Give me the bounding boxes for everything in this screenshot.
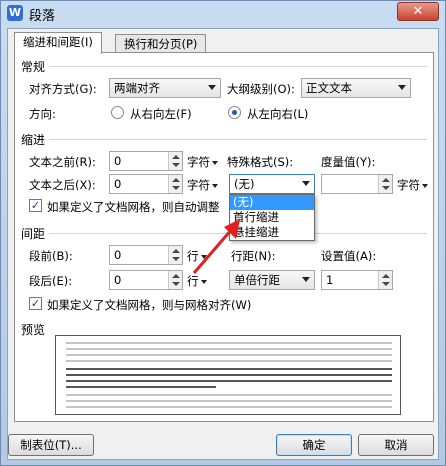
special-format-value: (无) — [234, 177, 255, 191]
indent-grid-label[interactable]: 如果定义了文档网格，则自动调整 — [47, 199, 220, 215]
preview-box — [55, 335, 401, 415]
chevron-down-icon — [398, 85, 406, 90]
alignment-select[interactable]: 两端对齐 — [109, 78, 221, 98]
ltr-radio[interactable] — [228, 106, 241, 119]
chevron-down-icon — [212, 160, 218, 165]
option-none[interactable]: (无) — [230, 195, 314, 210]
spin-buttons[interactable] — [168, 175, 182, 193]
spin-buttons[interactable] — [378, 271, 392, 289]
tab-stops-button[interactable]: 制表位(T)... — [8, 434, 94, 456]
indent-before-input[interactable]: 0 — [109, 151, 183, 171]
paragraph-dialog: W 段落 ✕ 缩进和间距(I) 换行和分页(P) 常规 对齐方式(G): 两端对… — [0, 0, 446, 466]
setting-value-input[interactable]: 1 — [321, 270, 393, 290]
preview-text-line — [66, 368, 392, 370]
spin-up-icon[interactable] — [172, 274, 180, 278]
chevron-down-icon — [422, 183, 428, 188]
ok-button[interactable]: 确定 — [276, 434, 352, 456]
general-section-title: 常规 — [21, 60, 46, 74]
preview-line — [66, 348, 392, 350]
tab-indent-spacing[interactable]: 缩进和间距(I) — [14, 32, 102, 54]
spin-up-icon[interactable] — [172, 155, 180, 159]
wps-writer-icon: W — [7, 5, 23, 21]
chevron-down-icon — [208, 85, 216, 90]
preview-text-line — [66, 374, 392, 376]
spacing-grid-checkbox[interactable]: ✓ — [29, 297, 42, 310]
special-format-label: 特殊格式(S): — [227, 155, 294, 169]
preview-line — [66, 406, 392, 408]
indent-grid-checkbox[interactable]: ✓ — [29, 199, 42, 212]
close-button[interactable]: ✕ — [397, 2, 439, 21]
alignment-value: 两端对齐 — [114, 81, 160, 95]
preview-text-line — [66, 386, 216, 388]
space-after-value: 0 — [114, 273, 122, 287]
spin-buttons[interactable] — [168, 271, 182, 289]
direction-label: 方向: — [29, 107, 56, 121]
chevron-down-icon — [200, 279, 207, 284]
measure-unit[interactable]: 字符 — [397, 177, 428, 193]
spin-down-icon[interactable] — [172, 163, 180, 167]
preview-section-title: 预览 — [21, 323, 46, 337]
window-title: 段落 — [29, 9, 56, 24]
spin-buttons[interactable] — [168, 152, 182, 170]
spin-down-icon[interactable] — [172, 186, 180, 190]
space-after-input[interactable]: 0 — [109, 270, 183, 290]
outline-level-value: 正文文本 — [306, 81, 352, 95]
indent-before-label: 文本之前(R): — [29, 155, 96, 169]
indent-divider — [49, 139, 427, 140]
preview-line — [66, 354, 392, 356]
spin-down-icon[interactable] — [172, 282, 180, 286]
spin-buttons[interactable] — [168, 246, 182, 264]
dialog-body: 缩进和间距(I) 换行和分页(P) 常规 对齐方式(G): 两端对齐 大纲级别(… — [7, 28, 439, 460]
space-before-input[interactable]: 0 — [109, 245, 183, 265]
preview-line — [66, 394, 392, 396]
spin-buttons[interactable] — [378, 175, 392, 193]
indent-before-value: 0 — [114, 154, 122, 168]
indent-after-label: 文本之后(X): — [29, 178, 96, 192]
cancel-button[interactable]: 取消 — [358, 434, 434, 456]
rtl-radio[interactable] — [111, 106, 124, 119]
indent-after-input[interactable]: 0 — [109, 174, 183, 194]
spin-down-icon[interactable] — [172, 257, 180, 261]
rtl-label[interactable]: 从右向左(F) — [130, 106, 192, 122]
alignment-label: 对齐方式(G): — [29, 82, 97, 96]
outline-level-label: 大纲级别(O): — [227, 82, 295, 96]
setting-value: 1 — [326, 273, 334, 287]
chevron-down-icon — [302, 181, 310, 186]
measure-input[interactable] — [321, 174, 393, 194]
preview-line — [66, 400, 392, 402]
indent-before-unit[interactable]: 字符 — [187, 154, 218, 170]
general-divider — [49, 66, 427, 67]
spin-down-icon[interactable] — [382, 282, 390, 286]
space-before-value: 0 — [114, 248, 122, 262]
tab-line-page-breaks[interactable]: 换行和分页(P) — [115, 34, 207, 54]
spin-up-icon[interactable] — [172, 178, 180, 182]
measure-label: 度量值(Y): — [321, 155, 376, 169]
preview-line — [66, 342, 392, 344]
space-after-label: 段后(E): — [29, 274, 73, 288]
annotation-arrow — [192, 219, 240, 274]
spacing-grid-label[interactable]: 如果定义了文档网格，则与网格对齐(W) — [47, 297, 251, 313]
spacing-section-title: 间距 — [21, 227, 46, 241]
spin-up-icon[interactable] — [382, 274, 390, 278]
outline-level-select[interactable]: 正文文本 — [301, 78, 411, 98]
setting-value-label: 设置值(A): — [321, 249, 377, 263]
spin-up-icon[interactable] — [172, 249, 180, 253]
ltr-label[interactable]: 从左向右(L) — [247, 106, 308, 122]
preview-line — [66, 360, 392, 362]
spin-down-icon[interactable] — [382, 186, 390, 190]
indent-section-title: 缩进 — [21, 133, 46, 147]
preview-text-line — [66, 380, 392, 382]
arrow-shaft — [192, 228, 234, 274]
title-bar[interactable]: W 段落 ✕ — [1, 1, 445, 25]
indent-after-unit[interactable]: 字符 — [187, 177, 218, 193]
spin-up-icon[interactable] — [382, 178, 390, 182]
chevron-down-icon — [302, 277, 310, 282]
indent-after-value: 0 — [114, 177, 122, 191]
space-before-label: 段前(B): — [29, 249, 73, 263]
chevron-down-icon — [212, 183, 218, 188]
special-format-select[interactable]: (无) — [229, 174, 315, 194]
